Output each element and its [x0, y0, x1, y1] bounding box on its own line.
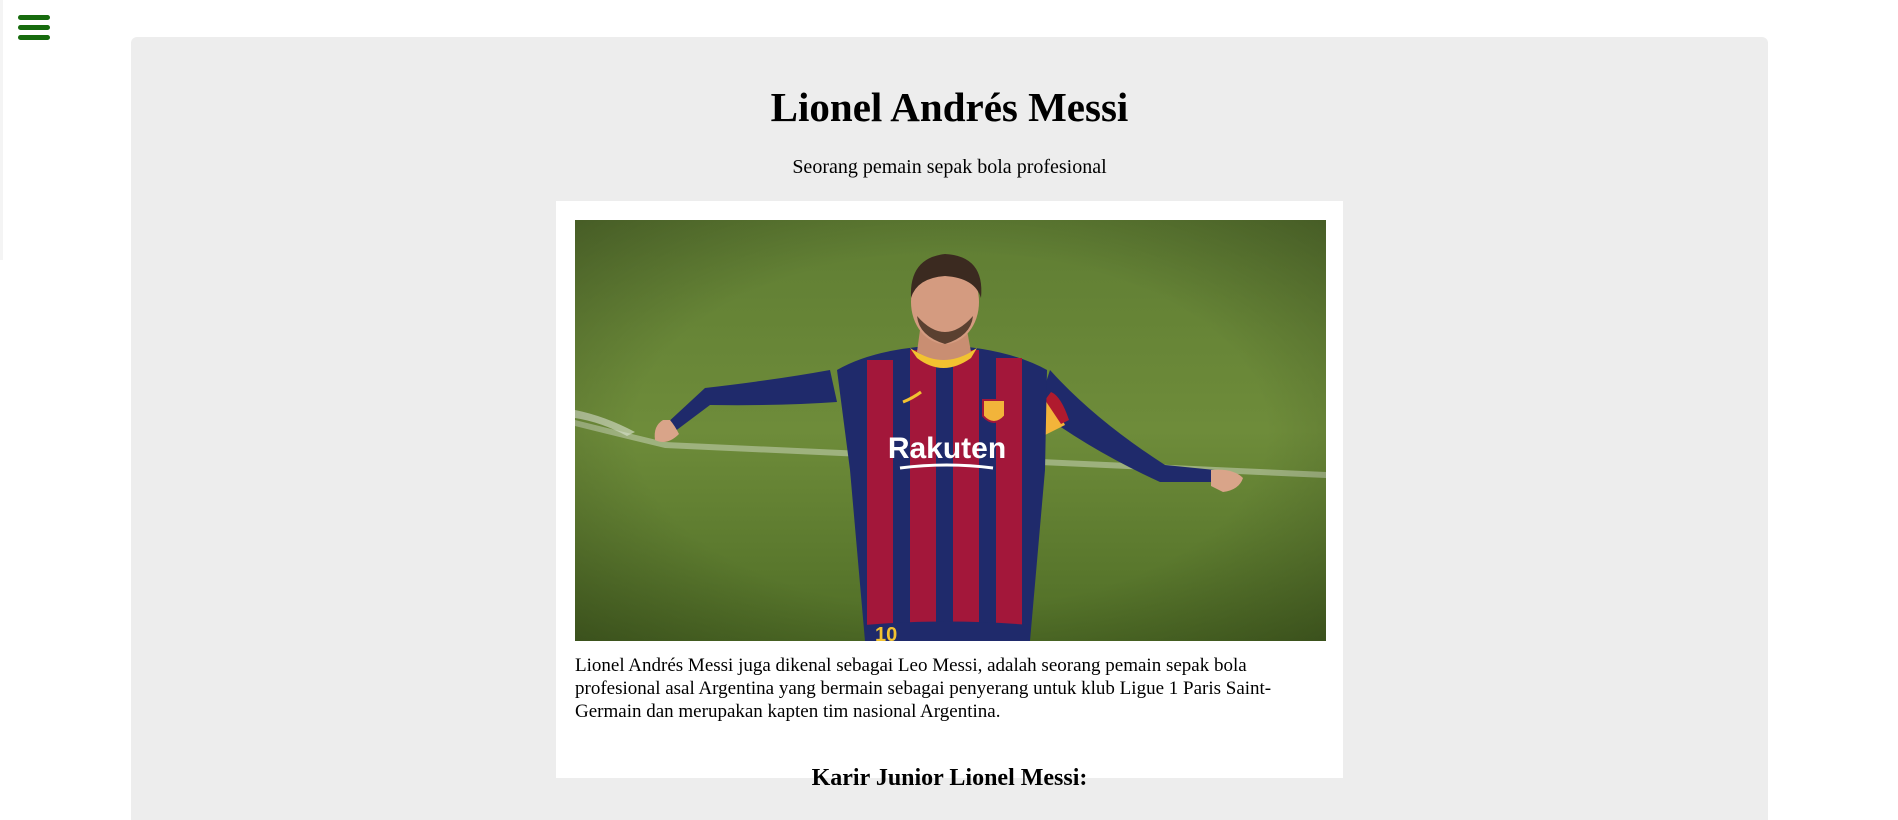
profile-figure: Rakuten 10 Lionel Andrés Messi juga dike…	[556, 201, 1343, 778]
menu-bar-bottom	[18, 35, 50, 40]
side-navigation-edge	[0, 0, 3, 260]
messi-photo-illustration: Rakuten 10	[575, 220, 1326, 641]
menu-bar-top	[18, 15, 50, 20]
hamburger-menu-icon[interactable]	[18, 14, 52, 44]
main-content-card: Lionel Andrés Messi Seorang pemain sepak…	[131, 37, 1768, 820]
jersey-sponsor-text: Rakuten	[888, 432, 1006, 465]
page-title: Lionel Andrés Messi	[770, 84, 1129, 130]
profile-caption: Lionel Andrés Messi juga dikenal sebagai…	[575, 655, 1272, 722]
section-heading-junior-career: Karir Junior Lionel Messi:	[811, 765, 1088, 791]
svg-text:10: 10	[875, 624, 897, 641]
messi-photo: Rakuten 10	[575, 220, 1326, 641]
page-subtitle: Seorang pemain sepak bola profesional	[792, 156, 1107, 178]
menu-bar-middle	[18, 25, 50, 30]
